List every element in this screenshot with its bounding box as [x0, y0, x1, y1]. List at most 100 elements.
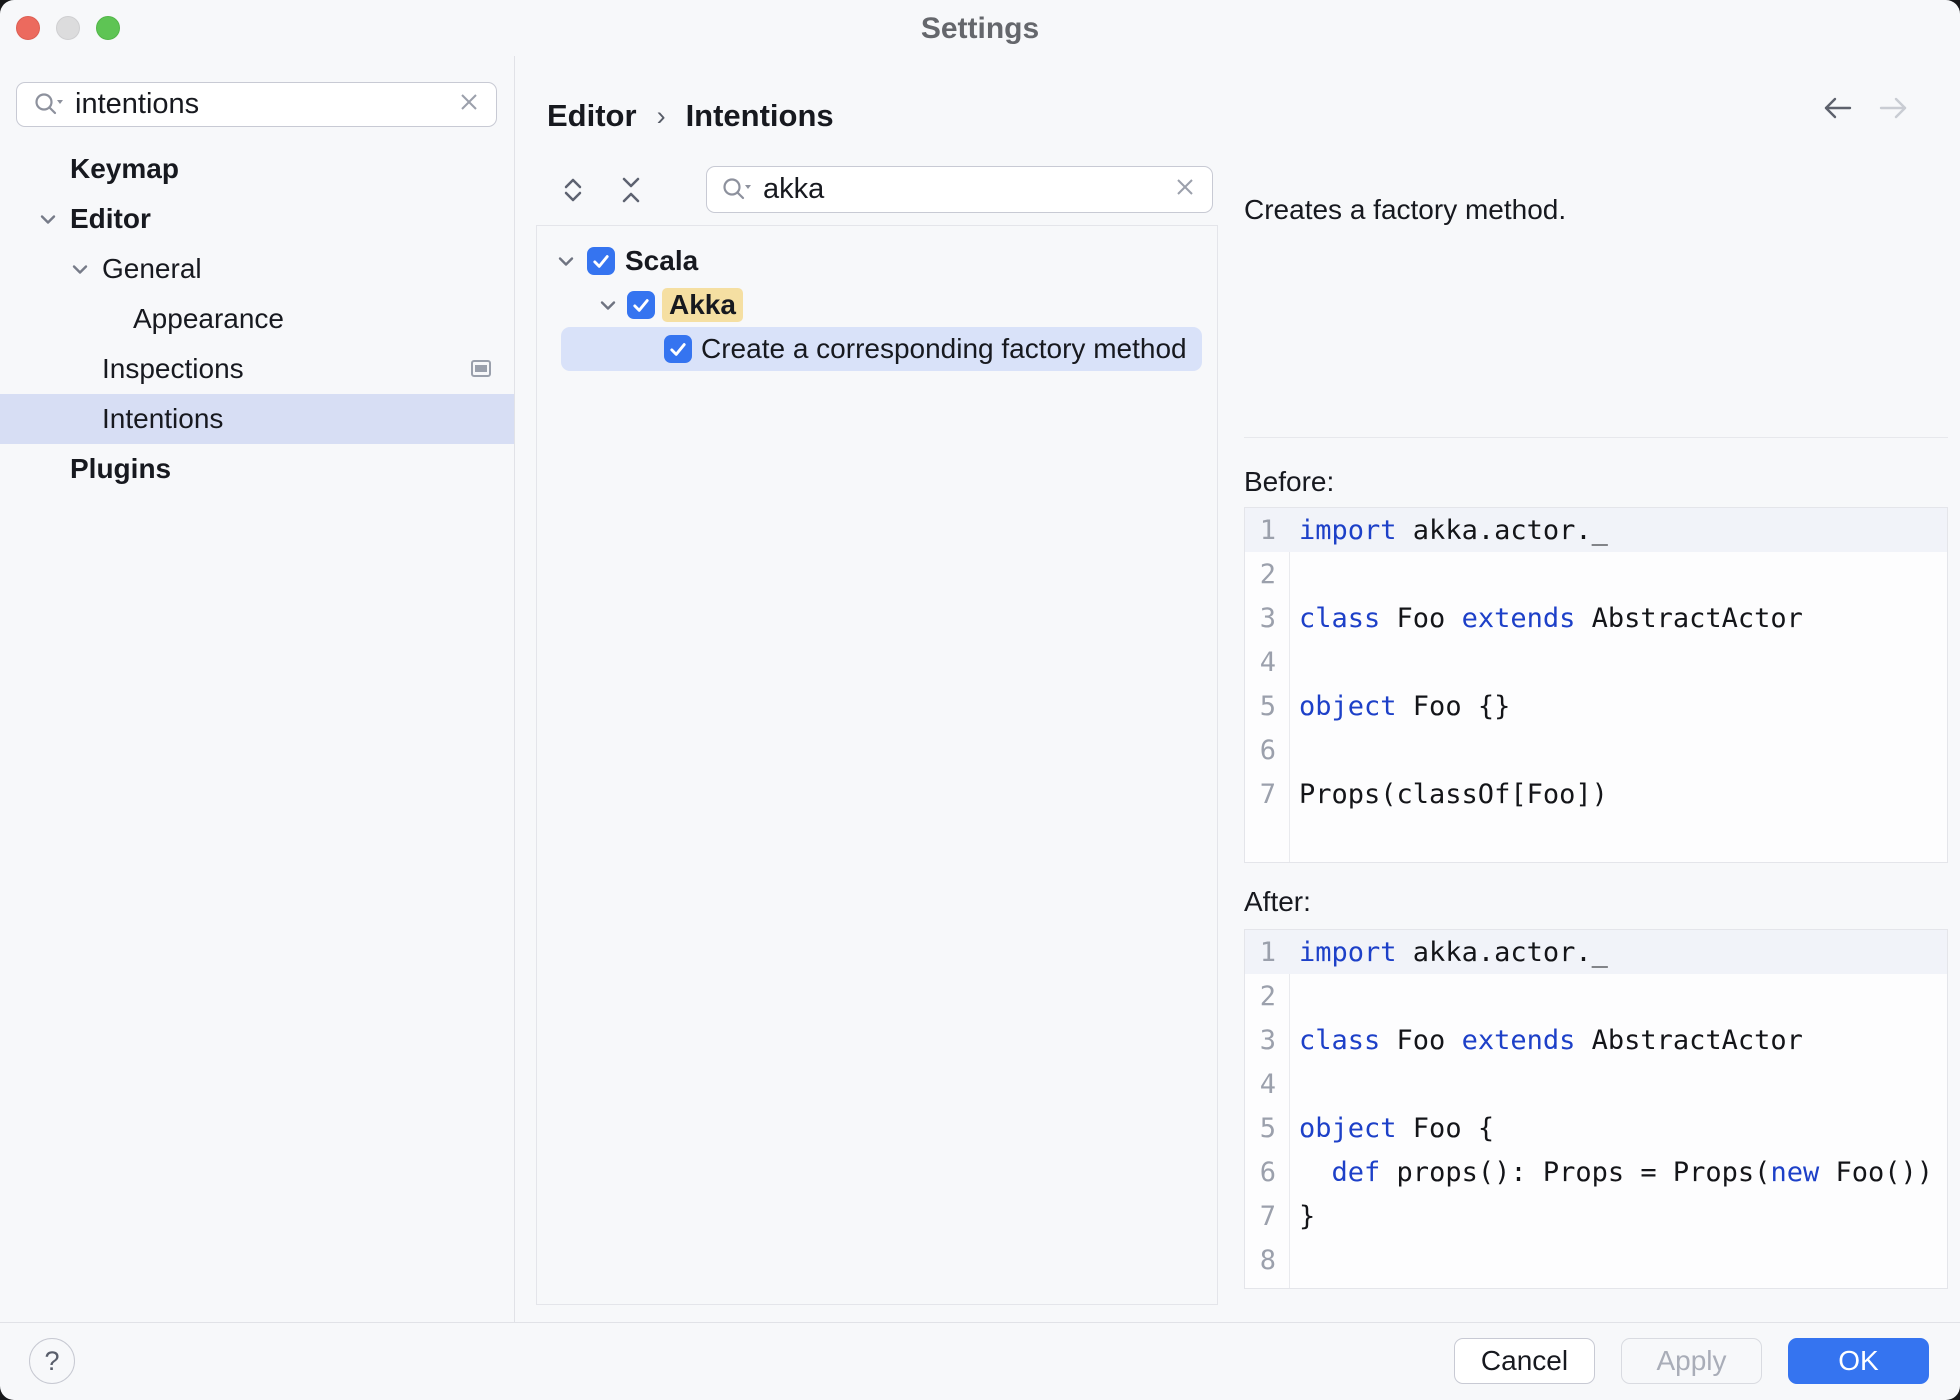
line-number: 8 [1259, 1244, 1276, 1276]
code-line: 5 object Foo {} [1245, 684, 1947, 728]
sidebar-item-intentions[interactable]: Intentions [0, 394, 514, 444]
sidebar-item-label: Keymap [70, 153, 179, 184]
line-number: 4 [1259, 1068, 1276, 1100]
sidebar-item-plugins[interactable]: Plugins [0, 444, 514, 494]
code-line: 1 import akka.actor._ [1245, 508, 1947, 552]
code-line: 7} [1245, 1194, 1947, 1238]
code-line: 5 object Foo { [1245, 1106, 1947, 1150]
sidebar-item-general[interactable]: General [0, 244, 514, 294]
code-text: def props(): Props = Props(new Foo()) [1331, 1156, 1934, 1188]
code-line: 2 [1245, 552, 1947, 596]
code-line: 6 def props(): Props = Props(new Foo()) [1245, 1150, 1947, 1194]
window-title: Settings [920, 12, 1040, 45]
clear-search-icon[interactable] [456, 89, 482, 120]
code-line: 6 [1245, 728, 1947, 772]
cancel-button[interactable]: Cancel [1454, 1338, 1595, 1384]
collapse-all-icon[interactable] [608, 167, 654, 213]
code-text: object Foo {} [1299, 690, 1511, 722]
search-icon [721, 176, 751, 204]
chevron-down-icon[interactable] [553, 248, 579, 279]
code-line: 4 [1245, 640, 1947, 684]
line-number: 2 [1259, 558, 1276, 590]
intention-row-create-a-corresponding-factory-method[interactable]: Create a corresponding factory method [537, 327, 1217, 371]
detail-divider [1244, 437, 1948, 438]
sidebar-item-editor[interactable]: Editor [0, 194, 514, 244]
before-label: Before: [1244, 466, 1335, 497]
editor-preview-icon[interactable] [471, 360, 491, 377]
code-line: 7 Props(classOf[Foo]) [1245, 772, 1947, 816]
code-text: object Foo { [1299, 1112, 1495, 1144]
forward-arrow-icon[interactable] [1877, 94, 1911, 122]
sidebar-item-label: General [102, 253, 202, 284]
intention-description: Creates a factory method. [1244, 194, 1567, 225]
code-line: 1 import akka.actor._ [1245, 930, 1947, 974]
intention-row-scala[interactable]: Scala [537, 239, 1217, 283]
clear-filter-icon[interactable] [1172, 174, 1198, 205]
code-line: 8 [1245, 1238, 1947, 1282]
checkbox-akka[interactable] [627, 291, 655, 319]
sidebar-item-appearance[interactable]: Appearance [0, 294, 514, 344]
settings-window: Settings intentions Keymap Editor General A… [0, 0, 1960, 1400]
code-line: 2 [1245, 974, 1947, 1018]
intentions-toolbar [550, 167, 654, 213]
dialog-buttons: Cancel Apply OK [1454, 1338, 1929, 1384]
titlebar: Settings [0, 0, 1960, 56]
intentions-filter-field[interactable]: akka [706, 166, 1213, 213]
help-button[interactable]: ? [29, 1338, 75, 1384]
checkbox-create-a-corresponding-factory-method[interactable] [664, 335, 692, 363]
line-number: 6 [1259, 734, 1276, 766]
code-text: class Foo extends AbstractActor [1299, 602, 1803, 634]
footer-bar: ? Cancel Apply OK [0, 1322, 1960, 1400]
checkbox-scala[interactable] [587, 247, 615, 275]
line-number: 6 [1259, 1156, 1276, 1188]
breadcrumb: Editor › Intentions [547, 98, 834, 134]
code-line: 3 class Foo extends AbstractActor [1245, 1018, 1947, 1062]
intentions-filter-value: akka [763, 173, 825, 205]
line-number: 7 [1259, 1200, 1276, 1232]
line-number: 7 [1259, 778, 1276, 810]
code-text: class Foo extends AbstractActor [1299, 1024, 1803, 1056]
code-text: import akka.actor._ [1299, 936, 1608, 968]
sidebar-item-label: Intentions [102, 403, 224, 434]
intention-label: Scala [625, 245, 699, 276]
sidebar-item-keymap[interactable]: Keymap [0, 144, 514, 194]
settings-category-tree: Keymap Editor General Appearance Inspections… [0, 144, 514, 494]
intention-row-akka[interactable]: Akka [537, 283, 1217, 327]
code-line: 3 class Foo extends AbstractActor [1245, 596, 1947, 640]
sidebar-item-label: Appearance [133, 303, 285, 334]
ok-button[interactable]: OK [1788, 1338, 1929, 1384]
sidebar-item-inspections[interactable]: Inspections [0, 344, 514, 394]
history-navigation [1820, 94, 1911, 122]
line-number: 3 [1259, 1024, 1276, 1056]
code-text: Props(classOf[Foo]) [1299, 778, 1608, 810]
settings-sidebar: intentions Keymap Editor General Appearance… [0, 56, 515, 1322]
line-number: 3 [1259, 602, 1276, 634]
after-label: After: [1244, 886, 1311, 917]
line-number: 4 [1259, 646, 1276, 678]
intentions-tree: Scala Akka Create a corresponding factory … [537, 239, 1217, 371]
line-number: 2 [1259, 980, 1276, 1012]
settings-search-value: intentions [75, 88, 200, 120]
intention-label: Create a corresponding factory method [701, 333, 1187, 364]
expand-all-icon[interactable] [550, 167, 596, 213]
code-text: import akka.actor._ [1299, 514, 1608, 546]
line-number: 5 [1259, 690, 1276, 722]
search-icon [33, 91, 63, 119]
sidebar-item-label: Editor [70, 203, 151, 234]
chevron-down-icon[interactable] [67, 256, 93, 289]
apply-button[interactable]: Apply [1621, 1338, 1762, 1384]
line-number: 5 [1259, 1112, 1276, 1144]
chevron-down-icon[interactable] [595, 292, 621, 323]
chevron-down-icon[interactable] [35, 206, 61, 239]
breadcrumb-separator-icon: › [656, 101, 666, 131]
sidebar-item-label: Inspections [102, 353, 244, 384]
before-code-preview: 1 import akka.actor._ 2 3 class Foo extends … [1244, 507, 1948, 863]
back-arrow-icon[interactable] [1820, 94, 1854, 122]
breadcrumb-editor[interactable]: Editor [547, 98, 637, 134]
code-text: } [1299, 1200, 1316, 1232]
intentions-tree-panel: Scala Akka Create a corresponding factory … [536, 225, 1218, 1305]
breadcrumb-intentions: Intentions [685, 98, 834, 133]
settings-search-field[interactable]: intentions [16, 82, 497, 127]
intention-label: Akka [662, 288, 743, 322]
after-code-preview: 1 import akka.actor._ 2 3 class Foo extends … [1244, 929, 1948, 1289]
